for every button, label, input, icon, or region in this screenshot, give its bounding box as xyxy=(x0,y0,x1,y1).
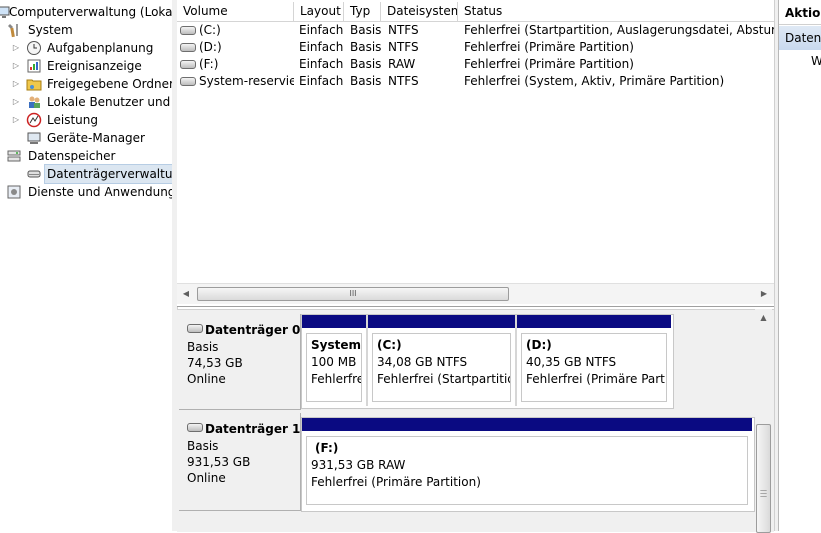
users-icon xyxy=(29,96,40,108)
clock-icon xyxy=(27,41,41,55)
partition-f[interactable]: (F:) 931,53 GB RAW Fehlerfrei (Primäre P… xyxy=(302,418,752,509)
disk-size: 931,53 GB xyxy=(187,455,251,469)
partition-bar xyxy=(517,315,671,328)
partition-bar xyxy=(302,418,752,431)
scrollbar-thumb[interactable]: III xyxy=(197,287,509,301)
list-header: Volume Layout Typ Dateisystem Status xyxy=(177,2,774,22)
expand-arrow-icon[interactable]: ▷ xyxy=(11,39,21,57)
shared-folder-icon xyxy=(26,79,42,91)
disk-1-partitions: (F:) 931,53 GB RAW Fehlerfrei (Primäre P… xyxy=(301,417,755,512)
partition-bar xyxy=(302,315,366,328)
disk-0-partitions: System-r 100 MB N Fehlerfrei (C:) 34,08 … xyxy=(301,314,674,409)
storage-icon xyxy=(7,150,21,162)
table-row[interactable]: (C:) Einfach Basis NTFS Fehlerfrei (Star… xyxy=(177,22,774,39)
column-header-volume[interactable]: Volume xyxy=(177,2,294,21)
performance-icon xyxy=(26,112,42,128)
expand-arrow-icon[interactable]: ▷ xyxy=(11,93,21,111)
more-actions-link[interactable]: Weitere Aktionen xyxy=(811,52,821,70)
disk-0-label[interactable]: Datenträger 0 Basis 74,53 GB Online xyxy=(179,314,301,410)
drive-icon xyxy=(180,43,196,52)
disk-layout-pane: Datenträger 0 Basis 74,53 GB Online Syst… xyxy=(177,309,774,532)
partition-d[interactable]: (D:) 40,35 GB NTFS Fehlerfrei (Primäre P… xyxy=(517,315,671,406)
actions-pane: Aktionen Datenträgerverwaltung Weitere A… xyxy=(778,0,821,531)
expand-arrow-icon[interactable]: ▷ xyxy=(11,57,21,75)
disk-name: Datenträger 1 xyxy=(205,422,301,436)
disk-icon xyxy=(187,324,203,333)
drive-icon xyxy=(180,60,196,69)
disk-management-icon xyxy=(27,170,41,178)
column-header-status[interactable]: Status xyxy=(458,2,774,21)
table-row[interactable]: (F:) Einfach Basis RAW Fehlerfrei (Primä… xyxy=(177,56,774,73)
services-icon xyxy=(7,185,21,199)
partition-c[interactable]: (C:) 34,08 GB NTFS Fehlerfrei (Startpart… xyxy=(368,315,515,406)
vertical-scrollbar[interactable]: ▲ — — — xyxy=(755,309,772,533)
scroll-left-icon[interactable]: ◀ xyxy=(179,287,193,301)
disk-state: Online xyxy=(187,471,226,485)
volume-list: Volume Layout Typ Dateisystem Status (C:… xyxy=(177,0,774,307)
drive-icon xyxy=(180,77,196,86)
tools-icon xyxy=(8,24,18,38)
disk-type: Basis xyxy=(187,439,219,453)
partition-system-reserved[interactable]: System-r 100 MB N Fehlerfrei xyxy=(302,315,366,406)
scroll-right-icon[interactable]: ▶ xyxy=(757,287,771,301)
disk-type: Basis xyxy=(187,340,219,354)
scroll-up-icon[interactable]: ▲ xyxy=(757,313,770,325)
disk-state: Online xyxy=(187,372,226,386)
table-row[interactable]: (D:) Einfach Basis NTFS Fehlerfrei (Prim… xyxy=(177,39,774,56)
device-manager-icon xyxy=(27,132,41,144)
actions-header: Aktionen xyxy=(779,2,821,25)
disk-name: Datenträger 0 xyxy=(205,323,301,337)
console-tree: Computerverwaltung (Lokal) System ▷ Aufg… xyxy=(0,0,173,531)
disk-icon xyxy=(187,423,203,432)
scrollbar-thumb[interactable]: — — — xyxy=(756,424,771,533)
table-row[interactable]: System-reserviert Einfach Basis NTFS Feh… xyxy=(177,73,774,90)
expand-arrow-icon[interactable]: ▷ xyxy=(11,111,21,129)
drive-icon xyxy=(180,26,196,35)
disk-size: 74,53 GB xyxy=(187,356,243,370)
event-viewer-icon xyxy=(27,59,41,73)
horizontal-scrollbar[interactable]: ◀ III ▶ xyxy=(177,283,774,304)
actions-section-header[interactable]: Datenträgerverwaltung xyxy=(779,26,821,50)
column-header-dateisystem[interactable]: Dateisystem xyxy=(381,2,458,21)
partition-bar xyxy=(368,315,515,328)
expand-arrow-icon[interactable]: ▷ xyxy=(11,75,21,93)
disk-1-label[interactable]: Datenträger 1 Basis 931,53 GB Online xyxy=(179,413,301,511)
column-header-layout[interactable]: Layout xyxy=(294,2,344,21)
column-header-typ[interactable]: Typ xyxy=(344,2,381,21)
